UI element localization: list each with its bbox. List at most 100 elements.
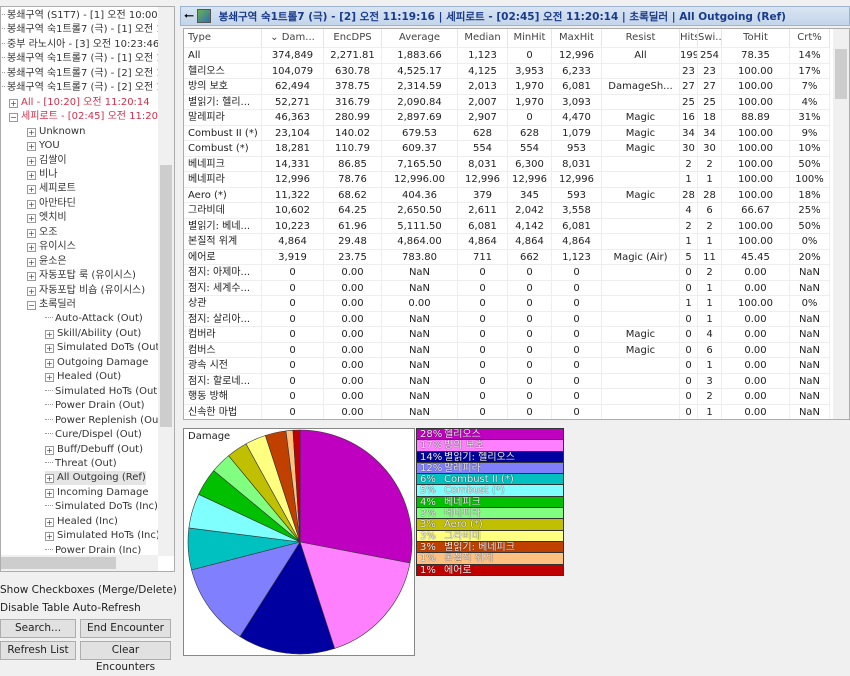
tree-combatant[interactable]: + 비나 bbox=[27, 168, 57, 182]
table-row[interactable]: 컴버스 0 0.00 NaN 0 0 0 Magic 0 6 0.00 NaN bbox=[184, 342, 834, 358]
table-row[interactable]: 점지: 세계수... 0 0.00 NaN 0 0 0 0 1 0.00 NaN bbox=[184, 280, 834, 296]
tree-combatant[interactable]: + 오조 bbox=[27, 226, 57, 240]
expand-icon[interactable]: + bbox=[45, 344, 54, 354]
expand-icon[interactable]: + bbox=[27, 142, 36, 152]
table-row[interactable]: 본질적 위계 4,864 29.48 4,864.00 4,864 4,864 4,864 1… bbox=[184, 234, 834, 250]
table-row[interactable]: 컴버라 0 0.00 NaN 0 0 0 Magic 0 4 0.00 NaN bbox=[184, 327, 834, 343]
table-row[interactable]: Aero (*) 11,322 68.62 404.36 379 345 593 Magic 2… bbox=[184, 187, 834, 203]
column-header[interactable]: ToHit bbox=[722, 29, 790, 48]
search-button[interactable]: Search... bbox=[0, 619, 76, 638]
table-row[interactable]: 상관 0 0.00 0.00 0 0 0 1 1 100.00 0% bbox=[184, 296, 834, 312]
column-header[interactable]: Crt% bbox=[790, 29, 830, 48]
expand-icon[interactable]: + bbox=[27, 170, 36, 180]
column-header[interactable]: Resist bbox=[602, 29, 680, 48]
table-row[interactable]: 점지: 살리아... 0 0.00 NaN 0 0 0 0 1 0.00 NaN bbox=[184, 311, 834, 327]
tree-encounter[interactable]: 중부 라노시아 - [3] 오전 10:23:46 bbox=[1, 38, 159, 52]
collapse-icon[interactable]: − bbox=[9, 113, 18, 123]
table-row[interactable]: 점지: 아제마... 0 0.00 NaN 0 0 0 0 2 0.00 NaN bbox=[184, 265, 834, 281]
expand-icon[interactable]: + bbox=[45, 329, 54, 339]
tree-subitem[interactable]: + Healed (Out) bbox=[45, 370, 121, 384]
tree-subitem[interactable]: Auto-Attack (Out) bbox=[45, 312, 143, 326]
expand-icon[interactable]: + bbox=[45, 358, 54, 368]
tree-subitem[interactable]: + Buff/Debuff (Out) bbox=[45, 443, 143, 457]
tree-subitem[interactable]: + Incoming Damage bbox=[45, 486, 148, 500]
expand-icon[interactable]: + bbox=[27, 272, 36, 282]
expand-icon[interactable]: + bbox=[27, 127, 36, 137]
column-header[interactable]: Average bbox=[382, 29, 458, 48]
expand-icon[interactable]: + bbox=[27, 156, 36, 166]
scroll-thumb[interactable] bbox=[160, 165, 172, 427]
tree-subitem[interactable]: Simulated HoTs (Out) bbox=[45, 385, 161, 399]
tree-combatant[interactable]: + Unknown bbox=[27, 125, 85, 139]
tree-encounter[interactable]: 봉쇄구역 숙1트롤7 (극) - [2] 오전 1 bbox=[1, 67, 163, 81]
encounter-tree[interactable]: 봉쇄구역 (S1T7) - [1] 오전 10:00:3 봉쇄구역 숙1트롤7 (… bbox=[0, 6, 175, 572]
expand-icon[interactable]: + bbox=[45, 532, 54, 542]
scroll-thumb[interactable] bbox=[1, 557, 116, 569]
table-row[interactable]: 헬리오스 104,079 630.78 4,525.17 4,125 3,953 6,233… bbox=[184, 63, 834, 79]
column-header[interactable]: MinHit bbox=[508, 29, 552, 48]
tree-combatant[interactable]: + 엣치비 bbox=[27, 211, 67, 225]
table-row[interactable]: 점지: 할로네... 0 0.00 NaN 0 0 0 0 3 0.00 NaN bbox=[184, 373, 834, 389]
table-row[interactable]: 별읽기: 헬리... 52,271 316.79 2,090.84 2,007 1,970… bbox=[184, 94, 834, 110]
show-checkboxes-option[interactable]: Show Checkboxes (Merge/Delete) bbox=[0, 584, 177, 596]
expand-icon[interactable]: + bbox=[27, 243, 36, 253]
column-header[interactable]: ⌄ Dam... bbox=[262, 29, 324, 48]
clear-encounters-button[interactable]: Clear Encounters bbox=[80, 641, 171, 673]
expand-icon[interactable]: + bbox=[27, 185, 36, 195]
expand-icon[interactable]: + bbox=[45, 488, 54, 498]
tree-item-zone[interactable]: − 세피로트 - [02:45] 오전 11:20:14 bbox=[9, 110, 174, 124]
tree-encounter[interactable]: 봉쇄구역 숙1트롤7 (극) - [1] 오전 1 bbox=[1, 52, 163, 66]
column-header[interactable]: EncDPS bbox=[324, 29, 382, 48]
collapse-icon[interactable]: − bbox=[27, 301, 36, 310]
expand-icon[interactable]: + bbox=[27, 199, 36, 209]
tree-combatant[interactable]: + 아만타딘 bbox=[27, 197, 76, 211]
refresh-list-button[interactable]: Refresh List bbox=[0, 641, 76, 660]
export-image-icon[interactable] bbox=[197, 9, 211, 23]
column-header[interactable]: MaxHit bbox=[552, 29, 602, 48]
tree-item-all[interactable]: + All - [10:20] 오전 11:20:14 bbox=[9, 96, 150, 110]
expand-icon[interactable]: + bbox=[27, 286, 36, 296]
tree-subitem[interactable]: + Skill/Ability (Out) bbox=[45, 327, 141, 341]
table-row[interactable]: Combust (*) 18,281 110.79 609.37 554 554 953 Ma… bbox=[184, 141, 834, 157]
expand-icon[interactable]: + bbox=[27, 257, 36, 267]
tree-combatant[interactable]: + 자동포탑 룩 (유이시스) bbox=[27, 269, 136, 283]
expand-icon[interactable]: + bbox=[9, 98, 18, 108]
table-row[interactable]: 그라비데 10,602 64.25 2,650.50 2,611 2,042 3,558 4 6… bbox=[184, 203, 834, 219]
table-row[interactable]: 에어로 3,919 23.75 783.80 711 662 1,123 Magic (Air… bbox=[184, 249, 834, 265]
tree-combatant[interactable]: + 윤소은 bbox=[27, 255, 67, 269]
tree-subitem[interactable]: + All Outgoing (Ref) bbox=[45, 471, 146, 486]
column-header[interactable]: Type bbox=[184, 29, 262, 48]
back-arrow-icon[interactable]: 🠀 bbox=[181, 7, 197, 25]
tree-subitem[interactable]: + Simulated HoTs (Inc) bbox=[45, 529, 160, 543]
table-row[interactable]: Combust II (*) 23,104 140.02 679.53 628 628 1,… bbox=[184, 125, 834, 141]
expand-icon[interactable]: + bbox=[45, 474, 54, 484]
tree-combatant[interactable]: + YOU bbox=[27, 139, 60, 153]
expand-icon[interactable]: + bbox=[45, 445, 54, 455]
tree-vertical-scrollbar[interactable] bbox=[158, 7, 174, 556]
table-row[interactable]: 행동 방해 0 0.00 NaN 0 0 0 0 2 0.00 NaN bbox=[184, 389, 834, 405]
tree-encounter[interactable]: 봉쇄구역 숙1트롤7 (극) - [1] 오전 1 bbox=[1, 23, 163, 37]
tree-horizontal-scrollbar[interactable] bbox=[1, 555, 158, 571]
tree-subitem[interactable]: Threat (Out) bbox=[45, 457, 117, 471]
tree-subitem[interactable]: + Outgoing Damage bbox=[45, 356, 148, 370]
end-encounter-button[interactable]: End Encounter bbox=[80, 619, 171, 638]
tree-subitem[interactable]: Simulated DoTs (Inc) bbox=[45, 500, 158, 514]
tree-encounter[interactable]: 봉쇄구역 숙1트롤7 (극) - [2] 오전 1 bbox=[1, 81, 163, 95]
tree-subitem[interactable]: Power Drain (Out) bbox=[45, 399, 145, 413]
expand-icon[interactable]: + bbox=[45, 517, 54, 527]
column-header[interactable]: Hits bbox=[680, 29, 698, 48]
table-row[interactable]: 광속 시전 0 0.00 NaN 0 0 0 0 1 0.00 NaN bbox=[184, 358, 834, 374]
expand-icon[interactable]: + bbox=[27, 214, 36, 224]
tree-combatant[interactable]: + 유이시스 bbox=[27, 240, 76, 254]
tree-subitem[interactable]: Cure/Dispel (Out) bbox=[45, 428, 142, 442]
table-row[interactable]: 말레피라 46,363 280.99 2,897.69 2,907 0 4,470 Magic… bbox=[184, 110, 834, 126]
tree-subitem[interactable]: + Healed (Inc) bbox=[45, 515, 118, 529]
tree-subitem[interactable]: Power Replenish (Out) bbox=[45, 414, 166, 428]
tree-subitem[interactable]: + Simulated DoTs (Out) bbox=[45, 341, 163, 355]
disable-auto-refresh-option[interactable]: Disable Table Auto-Refresh bbox=[0, 602, 141, 614]
expand-icon[interactable]: + bbox=[45, 373, 54, 383]
tree-encounter[interactable]: 봉쇄구역 (S1T7) - [1] 오전 10:00:3 bbox=[1, 9, 167, 23]
tree-combatant[interactable]: + 김쌀이 bbox=[27, 154, 67, 168]
scroll-thumb[interactable] bbox=[835, 49, 847, 99]
tree-combatant[interactable]: + 자동포탑 비숍 (유이시스) bbox=[27, 284, 145, 298]
